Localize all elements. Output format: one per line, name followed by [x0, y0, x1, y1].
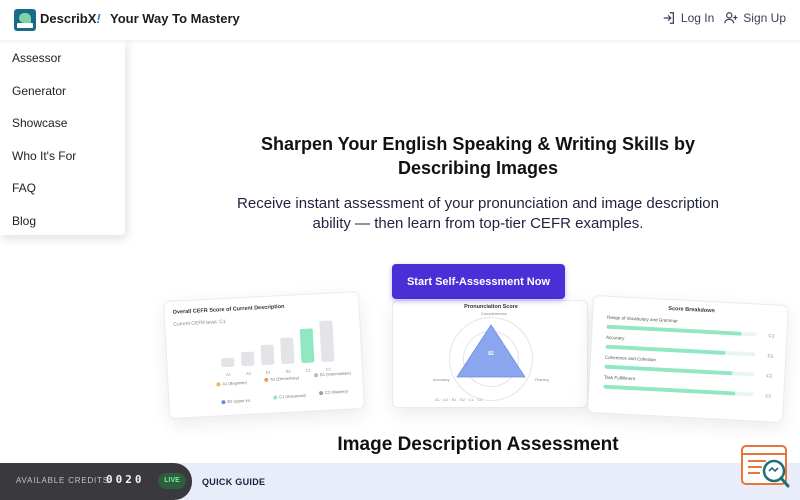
breakdown-label-accuracy: Accuracy — [605, 334, 625, 341]
breakdown-value-range: C1 — [768, 333, 775, 339]
cefr-bar — [299, 328, 315, 364]
hero-title: Sharpen Your English Speaking & Writing … — [220, 132, 736, 180]
breakdown-bar-task — [603, 384, 754, 397]
preview-card-score-breakdown: Score Breakdown Range of Vocabulary and … — [587, 294, 789, 424]
preview-card-pronunciation: Pronunciation Score 82 Accuracy Fluency … — [392, 300, 588, 408]
hero-subtitle: Receive instant assessment of your pronu… — [200, 194, 756, 234]
menu-item-generator[interactable]: Generator — [0, 75, 125, 108]
brand-accent: ! — [96, 11, 101, 26]
cefr-bar-tick: B2 — [285, 368, 291, 374]
radar-label-accuracy: Accuracy — [433, 377, 450, 382]
login-icon — [663, 12, 674, 24]
breakdown-value-coherence: C1 — [766, 373, 773, 379]
menu-item-who-its-for[interactable]: Who It's For — [0, 140, 125, 173]
pronunciation-value: 82 — [488, 351, 494, 357]
hero-subtitle-line-2: ability — then learn from top-tier CEFR … — [312, 215, 644, 232]
cefr-bar-tick: B1 — [265, 369, 271, 375]
cefr-legend-a1: A1 (Beginner) — [216, 380, 247, 387]
preview-card-cefr-score: Overall CEFR Score of Current Descriptio… — [163, 290, 365, 420]
cefr-bar — [221, 357, 235, 368]
radar-label-completeness: Completeness — [481, 311, 507, 316]
cefr-card-subtitle: Current CEFR level: C1 — [173, 318, 226, 328]
menu-item-showcase[interactable]: Showcase — [0, 107, 125, 140]
search-document-icon[interactable] — [740, 443, 792, 493]
menu-item-faq[interactable]: FAQ — [0, 172, 125, 205]
pronunciation-radar — [456, 324, 526, 378]
credits-value: 0020 — [106, 473, 145, 486]
auth-links: Log In Sign Up — [662, 11, 786, 25]
login-link[interactable]: Log In — [662, 11, 714, 25]
hero-title-line-2: Describing Images — [397, 158, 559, 178]
radar-label-fluency: Fluency — [535, 377, 550, 382]
breakdown-label-task: Task Fulfillment — [603, 374, 636, 382]
cefr-legend-b2: B2 Upper Int. — [221, 398, 251, 405]
cefr-legend-b1: B1 (Intermediate) — [314, 370, 351, 378]
live-badge: LIVE — [158, 473, 186, 489]
add-user-icon — [724, 12, 738, 24]
bottom-bar: AVAILABLE CREDITS 0020 LIVE QUICK GUIDE — [0, 463, 800, 500]
cefr-bar — [319, 320, 335, 363]
cefr-bar-tick: A1 — [225, 371, 232, 378]
menu-item-assessor[interactable]: Assessor — [0, 42, 125, 75]
hero-title-line-1: Sharpen Your English Speaking & Writing … — [260, 134, 696, 154]
breakdown-label-coherence: Coherence and Cohesion — [604, 354, 657, 363]
logo-icon[interactable] — [14, 9, 36, 31]
pronunciation-legend: A1 · A2 · B1 · B2 · C1 · C2 — [435, 397, 483, 402]
cefr-bar — [260, 344, 275, 366]
nav-dropdown-menu: Assessor Generator Showcase Who It's For… — [0, 40, 125, 235]
pronunciation-card-title: Pronunciation Score — [464, 304, 518, 310]
credits-panel: AVAILABLE CREDITS 0020 LIVE — [0, 463, 192, 500]
cefr-legend-c2: C2 (Mastery) — [318, 389, 348, 396]
page: DescribX! Your Way To Mastery Log In Sig… — [0, 0, 800, 500]
cefr-bar — [280, 337, 295, 365]
cefr-bars: A1 A2 B1 B2 C1 C2 — [164, 292, 358, 377]
top-header: DescribX! Your Way To Mastery Log In Sig… — [0, 0, 800, 40]
cefr-bar-tick: A2 — [245, 370, 252, 376]
breakdown-label-range: Range of Vocabulary and Grammar — [606, 314, 678, 324]
signup-label: Sign Up — [743, 11, 786, 25]
section-title: Image Description Assessment — [337, 434, 619, 455]
brand-tagline: Your Way To Mastery — [110, 11, 240, 26]
breakdown-bar-range — [606, 324, 757, 337]
breakdown-bar-coherence — [604, 364, 755, 377]
signup-link[interactable]: Sign Up — [724, 11, 786, 25]
breakdown-value-task: C1 — [765, 393, 772, 399]
brand-name[interactable]: DescribX! — [40, 11, 101, 26]
credits-label: AVAILABLE CREDITS — [16, 476, 109, 485]
start-self-assessment-button[interactable]: Start Self-Assessment Now — [392, 264, 565, 299]
cefr-legend-c1: C1 (Advanced) — [273, 393, 306, 400]
cefr-card-title: Overall CEFR Score of Current Descriptio… — [172, 303, 285, 316]
hero-subtitle-line-1: Receive instant assessment of your pronu… — [237, 195, 719, 212]
cefr-bar — [240, 351, 255, 367]
breakdown-bar-accuracy — [605, 344, 756, 357]
login-label: Log In — [680, 11, 715, 25]
breakdown-value-accuracy: C1 — [767, 353, 774, 359]
cefr-legend-a2: A2 (Elementary) — [264, 375, 299, 382]
quick-guide-link[interactable]: QUICK GUIDE — [202, 477, 265, 487]
menu-item-blog[interactable]: Blog — [0, 205, 125, 238]
